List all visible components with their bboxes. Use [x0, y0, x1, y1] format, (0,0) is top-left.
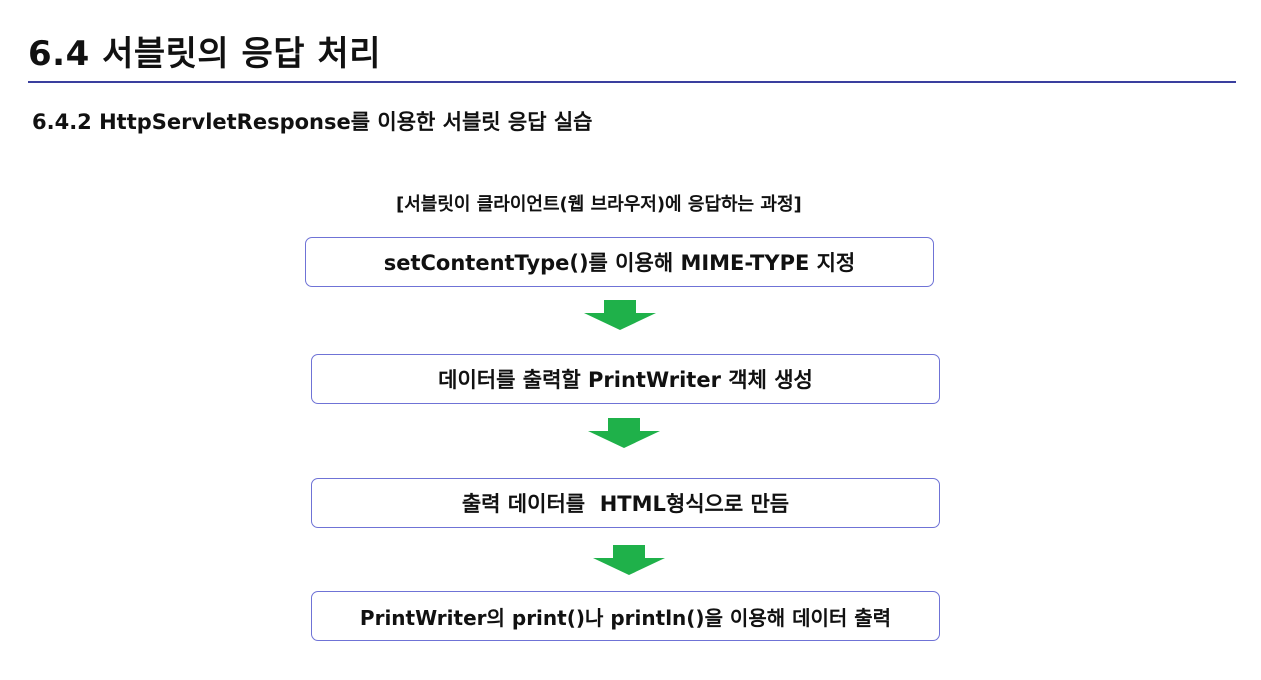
diagram-caption: [서블릿이 클라이언트(웹 브라우저)에 응답하는 과정] [396, 194, 802, 215]
flow-step-2-label: 데이터를 출력할 PrintWriter 객체 생성 [438, 368, 813, 392]
title-divider [28, 81, 1236, 83]
down-arrow-icon [584, 300, 656, 330]
section-subtitle: 6.4.2 HttpServletResponse를 이용한 서블릿 응답 실습 [32, 110, 593, 134]
flow-step-2: 데이터를 출력할 PrintWriter 객체 생성 [311, 354, 940, 404]
page-title: 6.4 서블릿의 응답 처리 [28, 34, 381, 74]
down-arrow-icon [593, 545, 665, 575]
flow-step-1: setContentType()를 이용해 MIME-TYPE 지정 [305, 237, 934, 287]
flow-step-3-label: 출력 데이터를 HTML형식으로 만듬 [461, 492, 790, 516]
down-arrow-icon [588, 418, 660, 448]
flow-step-4-label: PrintWriter의 print()나 println()을 이용해 데이터… [359, 605, 892, 630]
flow-step-4: PrintWriter의 print()나 println()을 이용해 데이터… [311, 591, 940, 641]
flow-step-3: 출력 데이터를 HTML형식으로 만듬 [311, 478, 940, 528]
flow-step-1-label: setContentType()를 이용해 MIME-TYPE 지정 [383, 251, 856, 275]
